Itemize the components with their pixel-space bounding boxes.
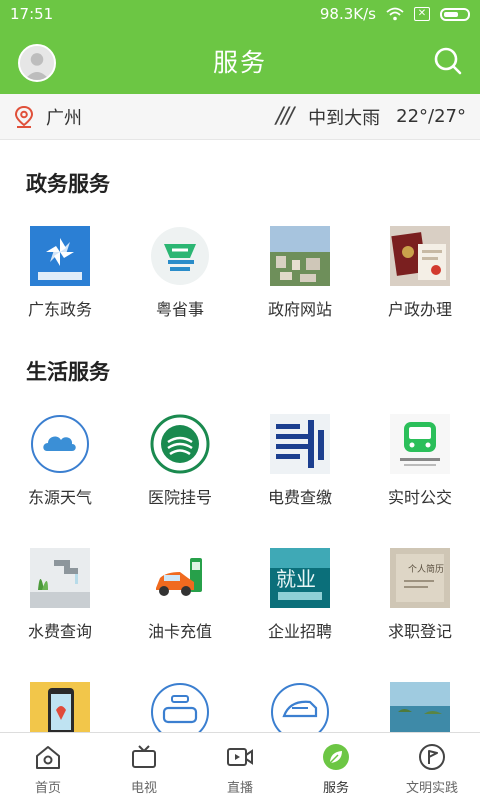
service-bus[interactable]: 实时公交 xyxy=(360,414,480,508)
service-water-bill[interactable]: 水费查询 xyxy=(0,548,120,642)
tile-label: 粤省事 xyxy=(155,300,204,319)
tile-label: 东源天气 xyxy=(27,488,92,507)
tab-live[interactable]: 直播 xyxy=(192,733,288,800)
weather-cloud-icon xyxy=(31,415,89,473)
temperature: 22°/27° xyxy=(396,106,466,127)
location-pin-icon xyxy=(14,105,34,128)
phone-map-icon xyxy=(30,682,90,732)
rain-icon: /// xyxy=(275,104,294,129)
tab-label: 文明实践 xyxy=(405,781,458,796)
tab-home[interactable]: 首页 xyxy=(0,733,96,800)
tile-label: 实时公交 xyxy=(387,488,452,507)
gov-website-icon xyxy=(270,226,330,286)
recruitment-icon: 就业 xyxy=(270,548,330,608)
bottom-tab-bar: 首页 电视 直播 服务 文明实践 xyxy=(0,732,480,800)
tile-label: 企业招聘 xyxy=(267,622,332,641)
live-icon xyxy=(227,748,253,766)
tab-service[interactable]: 服务 xyxy=(288,733,384,800)
service-gov-website[interactable]: 政府网站 xyxy=(240,226,360,320)
city-name[interactable]: 广州 xyxy=(46,104,82,130)
power-grid-icon xyxy=(270,414,330,474)
location-weather-bar: 广州 /// 中到大雨 22°/27° xyxy=(0,94,480,140)
tab-civilization[interactable]: 文明实践 xyxy=(384,733,480,800)
tile-label: 油卡充值 xyxy=(147,622,212,641)
service-leaf-icon xyxy=(323,744,349,770)
weather-condition: 中到大雨 xyxy=(308,107,381,129)
tile-label: 医院挂号 xyxy=(147,488,212,507)
service-power-bill[interactable]: 电费查缴 xyxy=(240,414,360,508)
home-icon xyxy=(36,746,60,769)
tile-label: 政府网站 xyxy=(267,300,332,319)
car-icon xyxy=(151,683,209,732)
guangdong-gov-icon xyxy=(30,226,90,286)
tile-label: 求职登记 xyxy=(387,622,452,641)
status-bar: 17:51 98.3K/s ✕ xyxy=(0,0,480,28)
service-tile-10[interactable] xyxy=(120,682,240,732)
train-icon xyxy=(271,683,329,732)
service-tile-12[interactable] xyxy=(360,682,480,732)
bus-icon xyxy=(390,414,450,474)
battery-icon xyxy=(440,7,470,21)
tile-label: 户政办理 xyxy=(387,300,452,319)
gov-section-title: 政务服务 xyxy=(26,172,110,196)
tab-tv[interactable]: 电视 xyxy=(96,733,192,800)
service-job-registration[interactable]: 个人简历 求职登记 xyxy=(360,548,480,642)
service-hospital[interactable]: 医院挂号 xyxy=(120,414,240,508)
household-registration-icon xyxy=(390,226,450,286)
service-weather[interactable]: 东源天气 xyxy=(0,414,120,508)
service-tile-9[interactable] xyxy=(0,682,120,732)
status-time: 17:51 xyxy=(10,5,54,23)
tab-label: 首页 xyxy=(34,781,61,796)
tv-icon xyxy=(132,745,156,768)
service-yueshengshi[interactable]: 粤省事 xyxy=(120,226,240,320)
network-speed: 98.3K/s xyxy=(319,5,376,23)
tile-label: 电费查缴 xyxy=(267,488,332,507)
service-tile-11[interactable] xyxy=(240,682,360,732)
user-avatar-icon xyxy=(20,46,54,80)
scenery-icon xyxy=(390,682,450,732)
app-header: 服务 xyxy=(0,28,480,94)
hospital-icon xyxy=(150,414,210,474)
yueshengshi-icon xyxy=(151,227,209,285)
service-content: 政务服务 广东政务 粤省事 政府网站 户政办理 生活服务 东源天气 医院挂号 电… xyxy=(0,140,480,732)
wifi-icon xyxy=(386,7,404,21)
tile-label: 水费查询 xyxy=(27,622,92,641)
fuel-car-icon xyxy=(150,548,210,608)
tile-label: 广东政务 xyxy=(27,300,92,319)
search-icon[interactable] xyxy=(432,45,464,77)
svg-text:个人简历: 个人简历 xyxy=(408,563,444,575)
no-sim-icon: ✕ xyxy=(414,7,430,21)
flag-icon xyxy=(419,744,445,770)
service-guangdong-gov[interactable]: 广东政务 xyxy=(0,226,120,320)
life-section-title: 生活服务 xyxy=(26,360,110,384)
service-fuel-card[interactable]: 油卡充值 xyxy=(120,548,240,642)
water-faucet-icon xyxy=(30,548,90,608)
avatar[interactable] xyxy=(18,44,56,82)
svg-text:就业: 就业 xyxy=(276,567,316,591)
tab-label: 电视 xyxy=(130,781,157,796)
service-household[interactable]: 户政办理 xyxy=(360,226,480,320)
service-recruitment[interactable]: 就业 企业招聘 xyxy=(240,548,360,642)
job-registration-icon: 个人简历 xyxy=(390,548,450,608)
page-title: 服务 xyxy=(212,48,267,77)
tab-label: 服务 xyxy=(322,781,349,796)
tab-label: 直播 xyxy=(226,781,253,796)
